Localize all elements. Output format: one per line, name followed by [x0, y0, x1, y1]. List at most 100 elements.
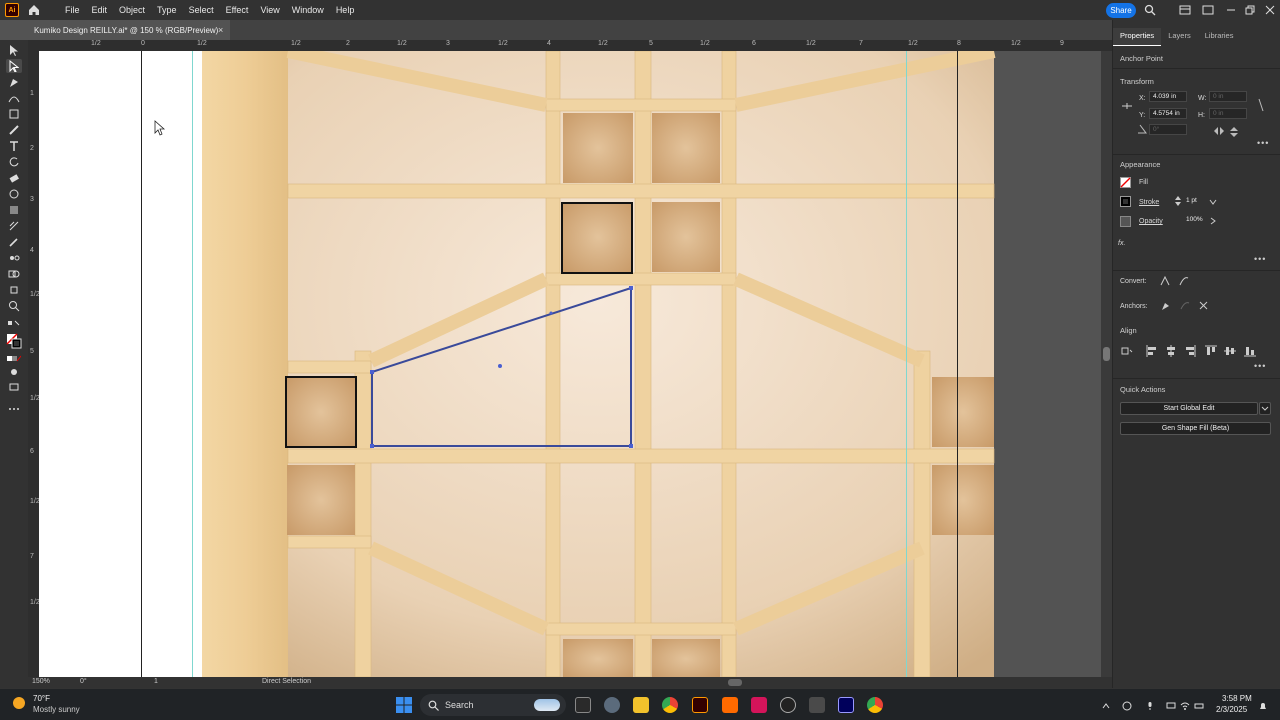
circular-app-icon[interactable] [780, 697, 796, 713]
office-app-icon[interactable] [722, 697, 738, 713]
stroke-stepper-icon[interactable] [1174, 195, 1182, 207]
menu-select[interactable]: Select [183, 5, 220, 15]
artboard-tool-icon[interactable] [6, 283, 22, 297]
notifications-icon[interactable] [1258, 701, 1268, 711]
curvature-tool-icon[interactable] [6, 91, 22, 105]
align-middle-icon[interactable] [1224, 345, 1236, 357]
align-right-icon[interactable] [1184, 345, 1196, 357]
close-window-icon[interactable] [1264, 4, 1276, 16]
stroke-swatch-icon[interactable] [1120, 196, 1131, 207]
fill-stroke-swatch-icon[interactable] [6, 332, 22, 350]
rotate-tool-icon[interactable] [6, 155, 22, 169]
taskbar-search[interactable]: Search [420, 694, 566, 716]
h-field[interactable]: 0 in [1209, 108, 1247, 119]
chrome-icon[interactable] [662, 697, 678, 713]
x-field[interactable]: 4.039 in [1149, 91, 1187, 102]
edit-toolbar-icon[interactable] [6, 402, 22, 416]
convert-smooth-icon[interactable] [1179, 276, 1189, 286]
display-icon[interactable] [1166, 701, 1176, 711]
screen-mode-icon[interactable] [6, 380, 22, 394]
vertical-scrollbar[interactable] [1101, 51, 1112, 677]
sync-icon[interactable] [1122, 701, 1132, 711]
show-hidden-icons[interactable] [1101, 701, 1111, 711]
align-top-icon[interactable] [1205, 345, 1217, 357]
arrange-documents-icon[interactable] [1179, 4, 1191, 16]
opacity-arrow-icon[interactable] [1209, 217, 1217, 225]
wifi-icon[interactable] [1180, 701, 1190, 711]
minimize-icon[interactable] [1225, 4, 1237, 16]
rotate-view[interactable]: 0° [80, 678, 87, 685]
flip-vertical-icon[interactable] [1229, 126, 1239, 138]
menu-window[interactable]: Window [286, 5, 330, 15]
remove-anchor-icon[interactable] [1160, 300, 1171, 311]
connect-anchors-icon[interactable] [1198, 300, 1209, 311]
panel-layout-icon[interactable] [1202, 4, 1214, 16]
eyedropper-tool-icon[interactable] [6, 235, 22, 249]
appearance-more-icon[interactable]: ••• [1254, 254, 1266, 264]
angle-field[interactable]: 0° [1149, 124, 1187, 135]
tab-libraries[interactable]: Libraries [1198, 28, 1241, 46]
align-center-icon[interactable] [1165, 345, 1177, 357]
restore-icon[interactable] [1244, 4, 1256, 16]
weather-icon[interactable] [10, 694, 28, 712]
mesh-tool-icon[interactable] [6, 219, 22, 233]
flip-horizontal-icon[interactable] [1213, 126, 1225, 136]
color-mode-icon[interactable] [6, 352, 22, 366]
constrain-proportions-icon[interactable] [1256, 98, 1266, 112]
menu-object[interactable]: Object [113, 5, 151, 15]
search-icon[interactable] [1144, 4, 1156, 16]
opacity-label[interactable]: Opacity [1139, 218, 1163, 225]
file-explorer-icon[interactable] [633, 697, 649, 713]
fx-icon[interactable]: fx. [1118, 240, 1125, 247]
tab-properties[interactable]: Properties [1113, 28, 1162, 46]
network-icon[interactable] [1194, 701, 1204, 711]
zoom-level[interactable]: 150% [32, 678, 50, 685]
drawing-modes-icon[interactable] [6, 365, 22, 379]
convert-corner-icon[interactable] [1160, 276, 1170, 286]
windows-start-icon[interactable] [396, 697, 412, 713]
tab-layers[interactable]: Layers [1161, 28, 1198, 46]
align-to-icon[interactable] [1121, 346, 1133, 356]
vertical-ruler[interactable]: 1 2 3 4 1/2 5 1/2 6 1/2 7 1/2 [28, 51, 39, 677]
document-canvas[interactable] [39, 51, 1101, 677]
microphone-icon[interactable] [1145, 701, 1155, 711]
warp-tool-icon[interactable] [6, 187, 22, 201]
paintbrush-tool-icon[interactable] [6, 123, 22, 137]
stroke-weight-dropdown-icon[interactable] [1209, 198, 1217, 206]
menu-edit[interactable]: Edit [86, 5, 114, 15]
w-field[interactable]: 0 in [1209, 91, 1247, 102]
stroke-label[interactable]: Stroke [1139, 199, 1159, 206]
menu-help[interactable]: Help [330, 5, 361, 15]
share-button[interactable]: Share [1106, 3, 1136, 18]
scroll-thumb[interactable] [1103, 347, 1110, 361]
acrobat-icon[interactable] [751, 697, 767, 713]
task-view-icon[interactable] [575, 697, 591, 713]
start-global-edit-button[interactable]: Start Global Edit [1120, 402, 1258, 415]
gradient-tool-icon[interactable] [6, 203, 22, 217]
global-edit-options-button[interactable] [1259, 402, 1271, 415]
menu-effect[interactable]: Effect [220, 5, 255, 15]
artboard-number[interactable]: 1 [154, 678, 158, 685]
premiere-icon[interactable] [838, 697, 854, 713]
blend-tool-icon[interactable] [6, 251, 22, 265]
menu-file[interactable]: File [59, 5, 86, 15]
align-more-icon[interactable]: ••• [1254, 361, 1266, 371]
settings-app-icon[interactable] [604, 697, 620, 713]
horizontal-ruler[interactable]: 1/2 0 1/2 1/2 2 1/2 3 1/2 4 1/2 5 1/2 6 1/2 7 1/2 8 1/2 9 [28, 40, 1112, 51]
fill-swatch-icon[interactable] [1120, 177, 1131, 188]
transform-more-icon[interactable]: ••• [1257, 138, 1269, 148]
home-icon[interactable] [27, 3, 41, 17]
chrome-icon-2[interactable] [867, 697, 883, 713]
document-tab[interactable]: Kumiko Design REILLY.ai* @ 150 % (RGB/Pr… [28, 20, 230, 40]
clock-time[interactable]: 3:58 PM [1222, 694, 1252, 703]
align-bottom-icon[interactable] [1244, 345, 1256, 357]
media-app-icon[interactable] [809, 697, 825, 713]
rectangle-tool-icon[interactable] [6, 107, 22, 121]
type-tool-icon[interactable] [6, 139, 22, 153]
illustrator-taskbar-icon[interactable] [692, 697, 708, 713]
direct-selection-tool-icon[interactable] [6, 59, 22, 73]
pen-tool-icon[interactable] [6, 75, 22, 89]
selection-tool-icon[interactable] [6, 43, 22, 57]
zoom-tool-icon[interactable] [6, 299, 22, 313]
reference-point-icon[interactable] [1121, 100, 1133, 112]
